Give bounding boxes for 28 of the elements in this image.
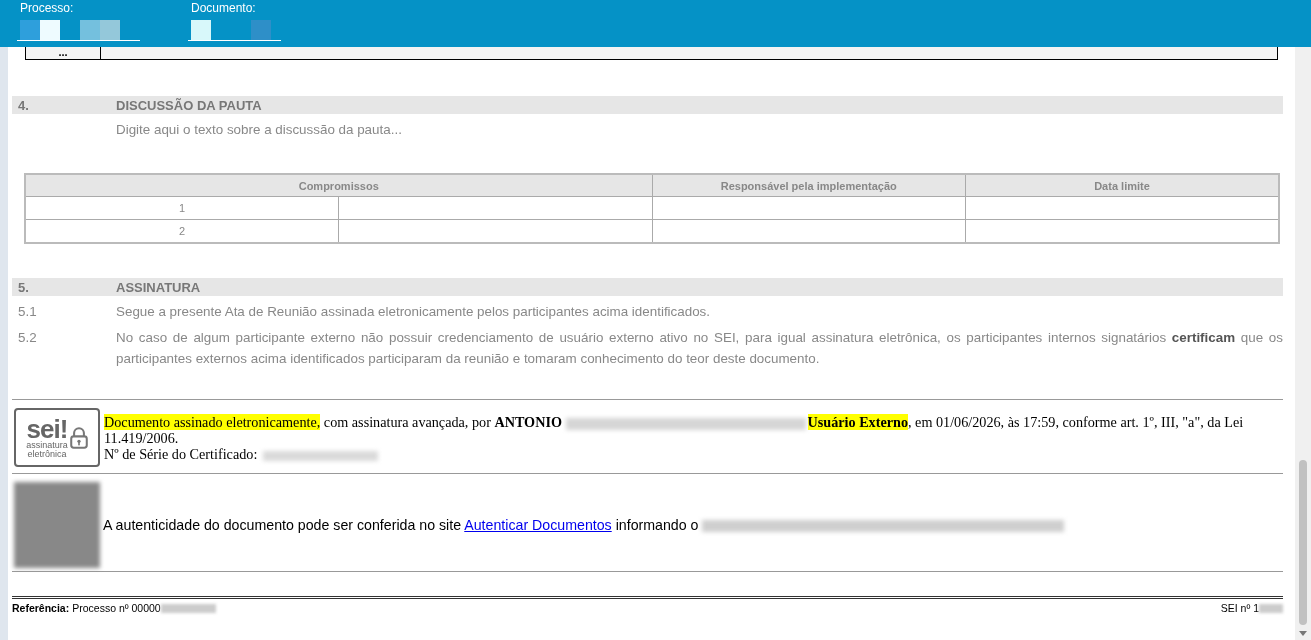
paragraph-text: Digite aqui o texto sobre a discussão da pauta... [116, 121, 403, 139]
padlock-icon [69, 425, 88, 450]
paragraph-text: No caso de algum participante externo não possuir credenciamento de usuário externo ativo no SEI, para igual assinatura eletrônica, os participantes internos signatários certificam que os participantes externos acima identificados participaram da reunião e tomaram conhecimento do teor deste documento. [116, 329, 1283, 368]
section-title: DISCUSSÃO DA PAUTA [116, 97, 262, 113]
column-header: Data limite [965, 174, 1279, 197]
authenticity-text: A autenticidade do documento pode ser conferida no site Autenticar Documentos informando o [103, 517, 1065, 533]
paragraph-text: Segue a presente Ata de Reunião assinada eletronicamente pelos participantes acima identificados. [116, 303, 712, 321]
reference-text: Referência: Processo nº 00000 [12, 602, 216, 614]
serial-label: Nº de Série do Certificado: [104, 446, 258, 462]
logo-caption: assinatura [26, 440, 68, 450]
logo-caption: eletrônica [27, 449, 67, 459]
field-label: Processo: [19, 1, 75, 15]
paragraph-number: 5.1 [17, 303, 38, 321]
section-number: 4. [17, 97, 30, 113]
section-title: ASSINATURA [116, 279, 201, 295]
logo-mark: sei! [26, 416, 68, 441]
table-cell: 1 [25, 196, 339, 220]
column-header: Responsável pela implementação [652, 174, 966, 197]
section-number: 5. [17, 279, 30, 295]
scrollbar[interactable] [1295, 47, 1311, 640]
table-cell: ... [26, 47, 101, 59]
field-label: Documento: [190, 1, 257, 15]
scrollbar-thumb[interactable] [1299, 460, 1307, 625]
column-header: Compromissos [25, 174, 652, 197]
document-number: SEI nº 1 [1220, 602, 1283, 614]
paragraph-number: 5.2 [17, 329, 38, 347]
scroll-down-arrow-icon[interactable] [1299, 631, 1307, 636]
authenticate-link[interactable]: Autenticar Documentos [464, 517, 612, 533]
